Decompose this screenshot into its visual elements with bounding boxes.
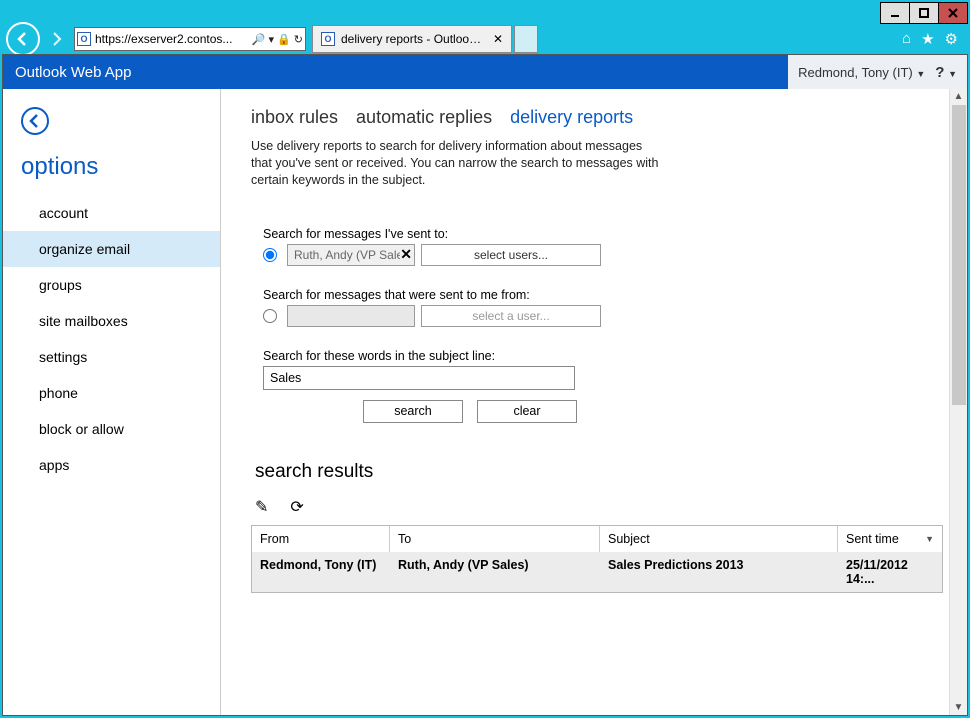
new-tab-button[interactable] — [514, 25, 538, 53]
browser-toolbar: O https://exserver2.contos... 🔎 ▾ 🔒 ↻ O … — [2, 24, 968, 54]
caret-down-icon: ▼ — [916, 69, 925, 79]
help-icon: ? — [935, 64, 944, 81]
edit-icon[interactable]: ✎ — [255, 497, 268, 517]
sent-from-radio[interactable] — [263, 309, 277, 323]
sidebar-item-groups[interactable]: groups — [3, 267, 220, 303]
tab-favicon-icon: O — [321, 32, 335, 46]
table-row[interactable]: Redmond, Tony (IT) Ruth, Andy (VP Sales)… — [252, 552, 942, 592]
back-to-mail-button[interactable] — [21, 107, 49, 135]
forward-button[interactable] — [42, 25, 72, 53]
home-icon[interactable]: ⌂ — [902, 30, 911, 48]
caret-down-icon: ▼ — [948, 69, 957, 79]
search-dropdown-icon[interactable]: 🔎 ▾ — [252, 33, 274, 46]
clear-recipient-icon[interactable]: ✕ — [400, 246, 412, 263]
address-bar[interactable]: O https://exserver2.contos... 🔎 ▾ 🔒 ↻ — [74, 27, 306, 51]
col-header-subject[interactable]: Subject — [600, 526, 838, 552]
subject-input[interactable] — [263, 366, 575, 390]
sent-from-label: Search for messages that were sent to me… — [263, 288, 967, 302]
sent-to-value-field[interactable]: Ruth, Andy (VP Sales) ✕ — [287, 244, 415, 266]
scroll-up-icon[interactable]: ▲ — [954, 91, 964, 102]
sent-from-value-field — [287, 305, 415, 327]
tab-title: delivery reports - Outlook ... — [341, 32, 487, 46]
sidebar-item-account[interactable]: account — [3, 195, 220, 231]
col-header-from[interactable]: From — [252, 526, 390, 552]
sidebar-item-settings[interactable]: settings — [3, 339, 220, 375]
minimize-button[interactable] — [880, 2, 910, 24]
sort-desc-icon: ▼ — [925, 534, 934, 544]
browser-tab-active[interactable]: O delivery reports - Outlook ... ✕ — [312, 25, 512, 53]
results-table: From To Subject Sent time ▼ Redmond, Ton… — [251, 525, 943, 593]
sidebar-item-site-mailboxes[interactable]: site mailboxes — [3, 303, 220, 339]
favorites-icon[interactable]: ★ — [921, 30, 934, 48]
help-menu[interactable]: ? ▼ — [935, 64, 957, 81]
col-header-sent-time[interactable]: Sent time ▼ — [838, 526, 942, 552]
scroll-down-icon[interactable]: ▼ — [954, 702, 964, 713]
tab-delivery-reports[interactable]: delivery reports — [510, 107, 633, 128]
sidebar-item-organize-email[interactable]: organize email — [3, 231, 220, 267]
sidebar-item-phone[interactable]: phone — [3, 375, 220, 411]
select-a-user-button[interactable]: select a user... — [421, 305, 601, 327]
back-button[interactable] — [6, 22, 40, 56]
page-title: options — [21, 153, 220, 181]
app-header: Outlook Web App Redmond, Tony (IT) ▼ ? ▼ — [3, 55, 967, 89]
results-heading: search results — [255, 461, 967, 483]
lock-icon: 🔒 — [277, 33, 291, 46]
clear-button[interactable]: clear — [477, 400, 577, 423]
tools-gear-icon[interactable]: ⚙ — [945, 30, 958, 48]
app-title: Outlook Web App — [15, 64, 131, 81]
refresh-results-icon[interactable]: ⟳ — [290, 497, 303, 517]
window-title-bar — [2, 2, 968, 24]
tab-automatic-replies[interactable]: automatic replies — [356, 107, 492, 128]
vertical-scrollbar[interactable]: ▲ ▼ — [949, 89, 967, 715]
subject-label: Search for these words in the subject li… — [263, 349, 967, 363]
favicon-icon: O — [77, 32, 91, 46]
sidebar-item-apps[interactable]: apps — [3, 447, 220, 483]
sent-to-label: Search for messages I've sent to: — [263, 227, 967, 241]
scroll-thumb[interactable] — [952, 105, 966, 405]
description-text: Use delivery reports to search for deliv… — [251, 138, 661, 189]
tab-close-icon[interactable]: ✕ — [493, 32, 503, 46]
refresh-icon[interactable]: ↻ — [294, 33, 303, 46]
tab-inbox-rules[interactable]: inbox rules — [251, 107, 338, 128]
col-header-to[interactable]: To — [390, 526, 600, 552]
close-button[interactable] — [938, 2, 968, 24]
sent-to-radio[interactable] — [263, 248, 277, 262]
search-button[interactable]: search — [363, 400, 463, 423]
sidebar-item-block-or-allow[interactable]: block or allow — [3, 411, 220, 447]
select-users-button[interactable]: select users... — [421, 244, 601, 266]
main-content: inbox rules automatic replies delivery r… — [221, 89, 967, 715]
user-menu[interactable]: Redmond, Tony (IT) ▼ — [798, 65, 925, 80]
maximize-button[interactable] — [909, 2, 939, 24]
sidebar: options account organize email groups si… — [3, 89, 221, 715]
url-text: https://exserver2.contos... — [95, 32, 248, 46]
